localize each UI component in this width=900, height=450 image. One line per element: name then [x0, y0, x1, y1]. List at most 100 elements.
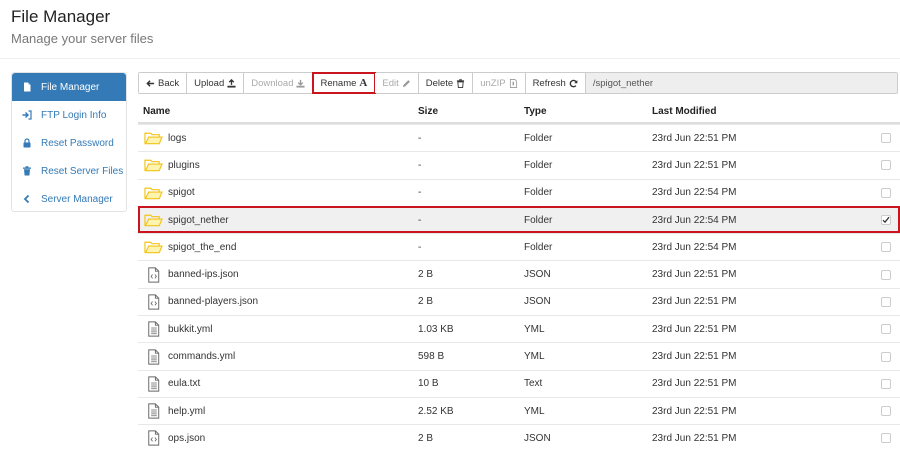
row-checkbox[interactable]: [881, 433, 891, 444]
lock-icon: [21, 137, 33, 149]
text-file-icon: [143, 348, 163, 365]
row-checkbox[interactable]: [881, 378, 891, 389]
file-name[interactable]: bukkit.yml: [168, 324, 212, 335]
back-button[interactable]: Back: [139, 73, 188, 93]
file-type: YML: [524, 351, 545, 363]
file-last-modified: 23rd Jun 22:51 PM: [652, 269, 737, 281]
download-button[interactable]: Download: [244, 73, 314, 93]
file-name[interactable]: spigot: [168, 187, 195, 198]
file-type: YML: [524, 323, 545, 335]
file-type: Folder: [524, 214, 553, 226]
file-last-modified: 23rd Jun 22:54 PM: [652, 187, 737, 199]
upload-button[interactable]: Upload: [187, 73, 245, 93]
file-last-modified: 23rd Jun 22:51 PM: [652, 323, 737, 335]
table-row[interactable]: spigot - Folder 23rd Jun 22:54 PM: [138, 178, 900, 206]
row-checkbox[interactable]: [881, 187, 891, 198]
table-row[interactable]: spigot_nether - Folder 23rd Jun 22:54 PM: [138, 205, 900, 234]
file-size: -: [418, 132, 422, 144]
file-name[interactable]: help.yml: [168, 406, 205, 417]
sidebar-item-reset-password[interactable]: Reset Password: [12, 129, 126, 157]
unzip-button[interactable]: unZIP: [473, 73, 526, 93]
column-header-last-modified[interactable]: Last Modified: [652, 106, 872, 117]
sidebar-item-server-manager[interactable]: Server Manager: [12, 185, 126, 213]
file-name[interactable]: banned-players.json: [168, 296, 258, 307]
upload-icon: [227, 78, 236, 88]
file-name[interactable]: spigot_the_end: [168, 242, 236, 253]
pencil-icon: [402, 79, 411, 88]
file-name[interactable]: plugins: [168, 160, 200, 171]
sidebar-item-label: Reset Server Files: [41, 165, 124, 177]
file-last-modified: 23rd Jun 22:51 PM: [652, 351, 737, 363]
sign-in-icon: [21, 109, 33, 121]
row-checkbox[interactable]: [881, 269, 891, 280]
sidebar-item-label: FTP Login Info: [41, 109, 107, 121]
file-name[interactable]: spigot_nether: [168, 215, 229, 226]
header-divider: [0, 58, 900, 59]
folder-open-icon: [143, 130, 163, 146]
file-name[interactable]: ops.json: [168, 433, 205, 444]
page-title: File Manager: [11, 7, 111, 26]
file-size: 2.52 KB: [418, 405, 454, 417]
table-row[interactable]: eula.txt 10 B Text 23rd Jun 22:51 PM: [138, 369, 900, 397]
table-row[interactable]: spigot_the_end - Folder 23rd Jun 22:54 PM: [138, 233, 900, 260]
row-checkbox[interactable]: [881, 406, 891, 417]
file-size: 598 B: [418, 351, 445, 363]
file-size: -: [418, 241, 422, 253]
row-checkbox[interactable]: [881, 296, 891, 307]
file-icon: [21, 81, 33, 93]
file-name[interactable]: logs: [168, 133, 186, 144]
sidebar-item-file-manager[interactable]: File Manager: [12, 73, 126, 101]
row-checkbox[interactable]: [881, 215, 891, 226]
sidebar-item-ftp-login-info[interactable]: FTP Login Info: [12, 101, 126, 129]
row-checkbox[interactable]: [881, 324, 891, 335]
file-size: -: [418, 187, 422, 199]
table-row[interactable]: ops.json 2 B JSON 23rd Jun 22:51 PM: [138, 424, 900, 450]
code-file-icon: [143, 294, 163, 310]
arrow-left-icon: [146, 79, 155, 88]
refresh-button[interactable]: Refresh: [525, 73, 586, 93]
table-row[interactable]: commands.yml 598 B YML 23rd Jun 22:51 PM: [138, 342, 900, 369]
rename-button[interactable]: Rename A: [312, 72, 377, 94]
row-checkbox[interactable]: [881, 242, 891, 253]
table-row[interactable]: plugins - Folder 23rd Jun 22:51 PM: [138, 151, 900, 178]
folder-open-icon: [143, 239, 163, 255]
file-last-modified: 23rd Jun 22:54 PM: [652, 214, 737, 226]
table-row[interactable]: banned-ips.json 2 B JSON 23rd Jun 22:51 PM: [138, 260, 900, 287]
table-row[interactable]: help.yml 2.52 KB YML 23rd Jun 22:51 PM: [138, 396, 900, 424]
column-header-size[interactable]: Size: [418, 106, 524, 117]
sidebar-nav: File Manager FTP Login Info Reset Passwo…: [11, 72, 127, 212]
delete-button[interactable]: Delete: [418, 73, 474, 93]
file-last-modified: 23rd Jun 22:54 PM: [652, 241, 737, 253]
column-header-name[interactable]: Name: [138, 106, 418, 117]
sidebar-item-label: Server Manager: [41, 193, 113, 205]
column-header-type[interactable]: Type: [524, 106, 652, 117]
table-row[interactable]: banned-players.json 2 B JSON 23rd Jun 22:51…: [138, 287, 900, 315]
row-checkbox[interactable]: [881, 160, 891, 171]
font-icon: A: [359, 77, 368, 89]
file-size: 2 B: [418, 432, 434, 444]
trash-icon: [21, 165, 33, 177]
file-last-modified: 23rd Jun 22:51 PM: [652, 159, 737, 171]
sidebar-item-label: File Manager: [41, 81, 100, 93]
table-row[interactable]: bukkit.yml 1.03 KB YML 23rd Jun 22:51 PM: [138, 315, 900, 342]
text-file-icon: [143, 321, 163, 337]
file-name[interactable]: commands.yml: [168, 351, 235, 362]
file-type: JSON: [524, 269, 551, 281]
file-name[interactable]: eula.txt: [168, 378, 200, 389]
file-type: Folder: [524, 159, 553, 171]
file-last-modified: 23rd Jun 22:51 PM: [652, 378, 737, 390]
sidebar-item-reset-server-files[interactable]: Reset Server Files: [12, 157, 126, 185]
file-toolbar: Back Upload Download Rename A Edit Delet…: [138, 72, 898, 94]
file-type: JSON: [524, 296, 551, 308]
row-checkbox[interactable]: [881, 133, 891, 144]
folder-open-icon: [143, 185, 163, 201]
folder-open-icon: [143, 212, 163, 228]
file-type: JSON: [524, 432, 551, 444]
edit-button[interactable]: Edit: [375, 73, 419, 93]
file-last-modified: 23rd Jun 22:51 PM: [652, 296, 737, 308]
table-row[interactable]: logs - Folder 23rd Jun 22:51 PM: [138, 124, 900, 151]
file-type: Folder: [524, 241, 553, 253]
file-name[interactable]: banned-ips.json: [168, 269, 239, 280]
row-checkbox[interactable]: [881, 351, 891, 362]
table-header: Name Size Type Last Modified: [138, 100, 900, 124]
